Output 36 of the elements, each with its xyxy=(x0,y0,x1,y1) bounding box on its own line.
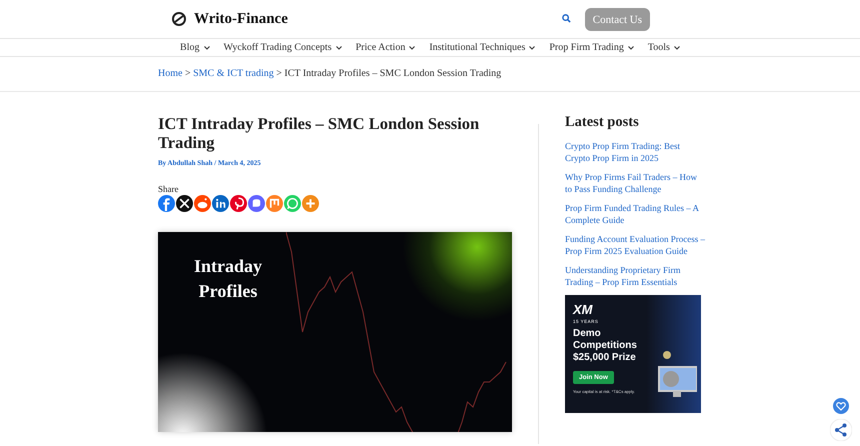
share-label: Share xyxy=(158,184,180,194)
sidebar-heading: Latest posts xyxy=(565,114,640,131)
search-icon[interactable] xyxy=(562,14,571,23)
ad-headline: Demo Competitions $25,000 Prize xyxy=(573,328,638,364)
chevron-down-icon xyxy=(409,46,416,50)
breadcrumb-separator: > xyxy=(275,68,283,79)
post-link[interactable]: Funding Account Evaluation Process – Prop Firm 2025 Evaluation Guide xyxy=(565,233,705,257)
share-icon[interactable] xyxy=(830,419,852,441)
chevron-down-icon xyxy=(529,46,536,50)
plus-share-icon[interactable] xyxy=(302,195,319,212)
nav-item[interactable]: Price Action xyxy=(356,42,416,53)
post-link[interactable]: Why Prop Firms Fail Traders – How to Pass Funding Challenge xyxy=(565,171,705,195)
linkedin-share-icon[interactable] xyxy=(212,195,229,212)
image-title: Intraday Profiles xyxy=(192,255,263,303)
logo-icon xyxy=(172,12,186,26)
post-link[interactable]: Crypto Prop Firm Trading: Best Crypto Prop Firm in 2025 xyxy=(565,140,705,164)
nav-item[interactable]: Prop Firm Trading xyxy=(549,42,634,53)
chevron-down-icon xyxy=(628,46,634,50)
chevron-down-icon xyxy=(204,46,210,50)
nav-item[interactable]: Wyckoff Trading Concepts xyxy=(224,42,342,53)
breadcrumb-link[interactable]: Home xyxy=(158,68,182,79)
post-link[interactable]: Understanding Proprietary Firm Trading – Prop Firm Essentials xyxy=(565,264,705,288)
post-link[interactable]: Prop Firm Funded Trading Rules – A Complete Guide xyxy=(565,202,705,226)
breadcrumb-link[interactable]: SMC & ICT trading xyxy=(193,68,274,79)
ad-brand: XM xyxy=(573,302,592,317)
chevron-down-icon xyxy=(336,46,342,50)
nav-item[interactable]: Institutional Techniques xyxy=(429,42,536,53)
chevron-down-icon xyxy=(674,46,680,50)
breadcrumb-current: ICT Intraday Profiles – SMC London Session Trading xyxy=(284,68,502,79)
breadcrumb-separator: > xyxy=(184,68,192,79)
x-share-icon[interactable] xyxy=(176,195,193,212)
facebook-share-icon[interactable] xyxy=(158,195,175,212)
article-title: ICT Intraday Profiles – SMC London Session Trading xyxy=(158,114,480,152)
nav-item[interactable]: Tools xyxy=(648,42,680,53)
nav-item[interactable]: Blog xyxy=(180,42,210,53)
site-name[interactable]: Writo-Finance xyxy=(194,10,288,28)
